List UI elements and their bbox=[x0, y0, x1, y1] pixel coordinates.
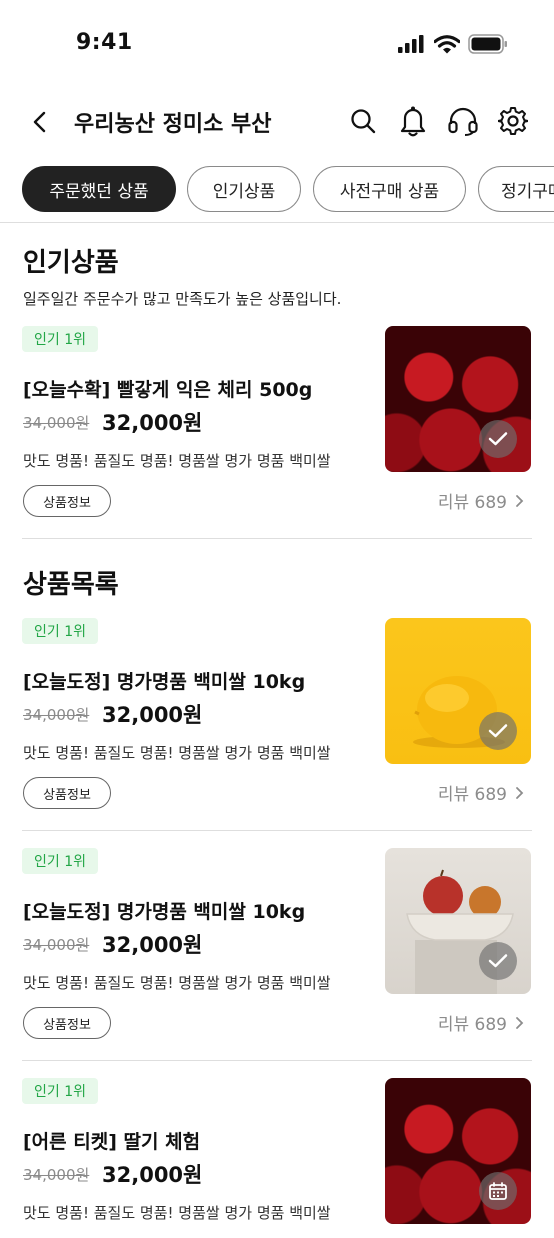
product-name[interactable]: [오늘도정] 명가명품 백미쌀 10kg bbox=[23, 667, 305, 694]
product-name[interactable]: [오늘수확] 빨갛게 익은 체리 500g bbox=[23, 375, 312, 402]
product-info-button[interactable]: 상품정보 bbox=[23, 485, 111, 517]
review-count: 리뷰 689 bbox=[437, 493, 507, 513]
check-icon bbox=[488, 724, 508, 738]
chevron-right-icon bbox=[516, 1016, 524, 1029]
original-price: 34,000원 bbox=[23, 1166, 90, 1184]
product-description: 맛도 명품! 품질도 명품! 명품쌀 명가 명품 백미쌀 bbox=[23, 1204, 331, 1222]
product-card[interactable]: 인기 1위 [오늘수확] 빨갛게 익은 체리 500g 34,000원 32,0… bbox=[0, 326, 554, 526]
search-icon bbox=[351, 109, 376, 134]
product-name[interactable]: [오늘도정] 명가명품 백미쌀 10kg bbox=[23, 897, 305, 924]
original-price: 34,000원 bbox=[23, 706, 90, 724]
notification-button[interactable] bbox=[396, 104, 430, 138]
tab-ordered-products[interactable]: 주문했던 상품 bbox=[22, 166, 176, 212]
sale-price: 32,000원 bbox=[102, 933, 203, 957]
product-description: 맛도 명품! 품질도 명품! 명품쌀 명가 명품 백미쌀 bbox=[23, 452, 331, 470]
section-divider bbox=[22, 538, 532, 539]
product-card[interactable]: 인기 1위 [오늘도정] 명가명품 백미쌀 10kg 34,000원 32,00… bbox=[0, 848, 554, 1048]
product-info-button[interactable]: 상품정보 bbox=[23, 777, 111, 809]
tabs-divider bbox=[0, 222, 554, 223]
original-price: 34,000원 bbox=[23, 936, 90, 954]
settings-button[interactable] bbox=[496, 104, 530, 138]
product-image-apples[interactable] bbox=[385, 848, 531, 994]
product-card[interactable]: 인기 1위 [오늘도정] 명가명품 백미쌀 10kg 34,000원 32,00… bbox=[0, 618, 554, 818]
product-image-cherries[interactable] bbox=[385, 1078, 531, 1224]
review-count: 리뷰 689 bbox=[437, 1015, 507, 1035]
battery-icon bbox=[468, 34, 507, 54]
gear-icon bbox=[498, 107, 528, 135]
rank-badge: 인기 1위 bbox=[22, 848, 98, 874]
sale-price: 32,000원 bbox=[102, 1163, 203, 1187]
item-divider bbox=[22, 1060, 532, 1061]
chevron-right-icon bbox=[516, 786, 524, 799]
reservation-toggle[interactable] bbox=[479, 1172, 517, 1210]
product-image-cherries[interactable] bbox=[385, 326, 531, 472]
calendar-icon bbox=[489, 1182, 507, 1200]
app-header: 우리농산 정미소 부산 bbox=[0, 90, 554, 152]
wifi-icon bbox=[434, 34, 460, 53]
review-link[interactable]: 리뷰 689 bbox=[438, 488, 524, 513]
product-name[interactable]: [어른 티켓] 딸기 체험 bbox=[23, 1127, 200, 1154]
headset-icon bbox=[448, 107, 478, 136]
original-price: 34,000원 bbox=[23, 414, 90, 432]
popular-section-description: 일주일간 주문수가 많고 만족도가 높은 상품입니다. bbox=[23, 290, 342, 308]
product-info-button[interactable]: 상품정보 bbox=[23, 1007, 111, 1039]
tab-subscription[interactable]: 정기구매 bbox=[478, 166, 554, 212]
review-count: 리뷰 689 bbox=[437, 785, 507, 805]
customer-support-button[interactable] bbox=[446, 104, 480, 138]
chevron-left-icon bbox=[33, 111, 46, 133]
page-title: 우리농산 정미소 부산 bbox=[74, 112, 272, 137]
rank-badge: 인기 1위 bbox=[22, 326, 98, 352]
category-tabs: 주문했던 상품 인기상품 사전구매 상품 정기구매 bbox=[0, 166, 554, 212]
tab-preorder-products[interactable]: 사전구매 상품 bbox=[313, 166, 466, 212]
catalog-section-title: 상품목록 bbox=[23, 570, 119, 600]
status-icons bbox=[398, 34, 508, 54]
product-description: 맛도 명품! 품질도 명품! 명품쌀 명가 명품 백미쌀 bbox=[23, 974, 331, 992]
check-icon bbox=[488, 432, 508, 446]
check-icon bbox=[488, 954, 508, 968]
rank-badge: 인기 1위 bbox=[22, 1078, 98, 1104]
review-link[interactable]: 리뷰 689 bbox=[438, 780, 524, 805]
select-toggle[interactable] bbox=[479, 420, 517, 458]
status-time: 9:41 bbox=[76, 30, 133, 55]
tab-popular-products[interactable]: 인기상품 bbox=[187, 166, 301, 212]
select-toggle[interactable] bbox=[479, 942, 517, 980]
product-card[interactable]: 인기 1위 [어른 티켓] 딸기 체험 34,000원 32,000원 맛도 명… bbox=[0, 1078, 554, 1238]
sale-price: 32,000원 bbox=[102, 411, 203, 435]
chevron-right-icon bbox=[516, 494, 524, 507]
bell-icon bbox=[400, 106, 426, 137]
search-button[interactable] bbox=[346, 104, 380, 138]
status-bar: 9:41 bbox=[0, 0, 554, 90]
signal-icon bbox=[398, 35, 424, 53]
item-divider bbox=[22, 830, 532, 831]
rank-badge: 인기 1위 bbox=[22, 618, 98, 644]
review-link[interactable]: 리뷰 689 bbox=[438, 1010, 524, 1035]
sale-price: 32,000원 bbox=[102, 703, 203, 727]
product-description: 맛도 명품! 품질도 명품! 명품쌀 명가 명품 백미쌀 bbox=[23, 744, 331, 762]
back-button[interactable] bbox=[24, 106, 56, 138]
select-toggle[interactable] bbox=[479, 712, 517, 750]
popular-section-title: 인기상품 bbox=[23, 248, 119, 278]
product-image-lemon[interactable] bbox=[385, 618, 531, 764]
